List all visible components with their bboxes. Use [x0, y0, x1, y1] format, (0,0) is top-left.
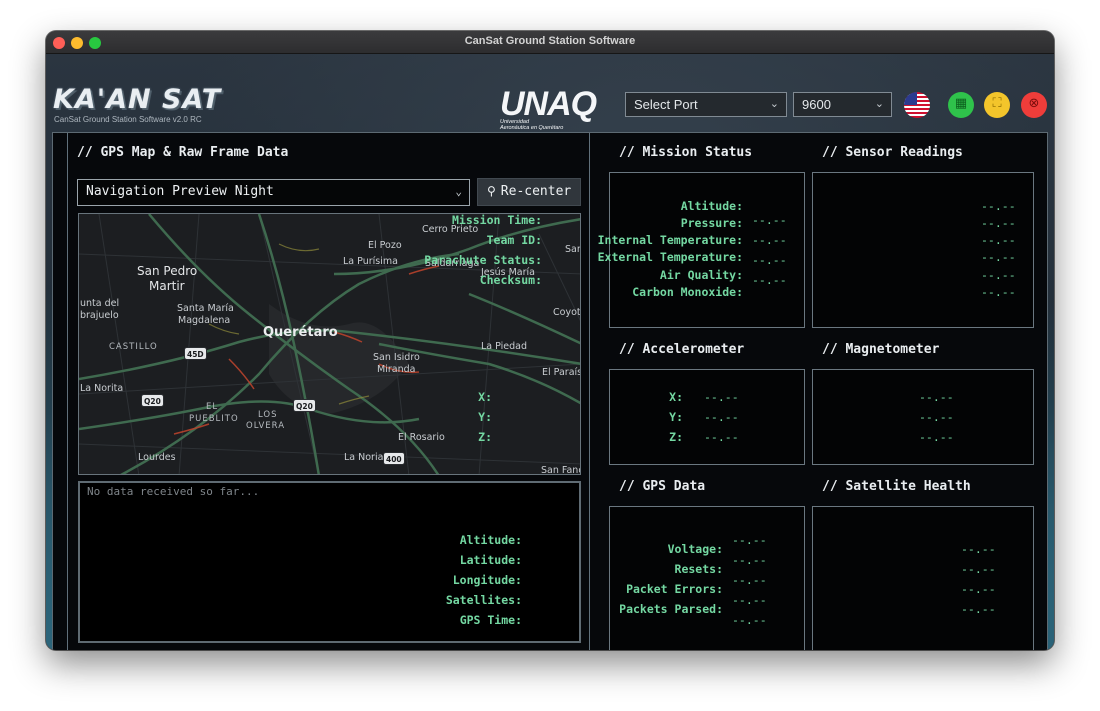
location-pin-icon: ⚲: [487, 184, 496, 198]
highway-shield: 400: [383, 452, 405, 465]
map-label: EL: [206, 402, 219, 412]
app-background: KA'AN SAT CanSat Ground Station Software…: [46, 54, 1054, 650]
packet-errors-value: --.--: [961, 582, 996, 596]
pressure-value: --.--: [981, 216, 1016, 230]
carbon-monoxide-value: --.--: [981, 285, 1016, 299]
map-style-select[interactable]: Navigation Preview Night ⌄: [77, 179, 470, 206]
map-label: OLVERA: [246, 421, 286, 431]
accelerometer-title: // Accelerometer: [619, 342, 745, 357]
map-label: La Purísima: [343, 256, 398, 267]
map-label: unta del: [80, 298, 120, 309]
satellite-health-panel: Voltage: --.-- Resets: --.-- Packet Erro…: [619, 506, 1034, 650]
window-title: CanSat Ground Station Software: [464, 35, 636, 47]
longitude-value: --.--: [732, 573, 767, 587]
chevron-down-icon: ⌄: [874, 98, 884, 110]
fullscreen-button[interactable]: ⛶: [984, 92, 1010, 118]
map-style-value: Navigation Preview Night: [86, 184, 274, 199]
port-select[interactable]: Select Port ⌄: [625, 92, 787, 117]
accel-y-value: --.--: [704, 410, 739, 424]
map-label: San Isidro: [373, 352, 420, 363]
app-window: CanSat Ground Station Software KA'AN SAT…: [46, 31, 1054, 650]
highway-shield: 45D: [184, 347, 207, 360]
map-label: Santa María: [177, 303, 234, 314]
baud-rate-value: 9600: [802, 97, 831, 112]
port-select-value: Select Port: [634, 97, 698, 112]
map-label: El Pozo: [368, 240, 402, 251]
magnetometer-panel: X: --.-- Y: --.-- Z: --.--: [669, 369, 1034, 465]
map-label: CASTILLO: [109, 342, 158, 352]
map-label: El Paraís: [542, 367, 581, 378]
main-content: // GPS Map & Raw Frame Data Navigation P…: [52, 132, 1048, 650]
kaan-sat-logo: KA'AN SAT: [53, 84, 222, 115]
recenter-button[interactable]: ⚲ Re-center: [477, 178, 581, 206]
packets-parsed-value: --.--: [961, 602, 996, 616]
map-label: Magdalena: [178, 315, 231, 326]
gps-panel-title: // GPS Map & Raw Frame Data: [77, 145, 289, 160]
mag-x-value: --.--: [919, 390, 954, 404]
map-label: San Pedro: [137, 264, 198, 278]
external-temperature-value: --.--: [981, 250, 1016, 264]
recenter-label: Re-center: [500, 184, 572, 199]
latitude-value: --.--: [732, 553, 767, 567]
satellites-value: --.--: [732, 593, 767, 607]
map-label: Lourdes: [138, 452, 176, 463]
highway-shield: Q20: [141, 394, 164, 407]
gps-data-panel: Altitude: --.-- Latitude: --.-- Longitud…: [446, 506, 805, 650]
map-label: Coyoti: [553, 307, 581, 318]
map-label: San: [565, 244, 580, 255]
map-label: LOS: [258, 410, 278, 420]
map-label: San Fand: [541, 465, 581, 475]
title-bar: CanSat Ground Station Software: [46, 31, 1054, 54]
accelerometer-panel: X: --.-- Y: --.-- Z: --.--: [478, 369, 805, 465]
app-subtitle: CanSat Ground Station Software v2.0 RC: [54, 115, 202, 124]
internal-temperature-value: --.--: [981, 233, 1016, 247]
baud-rate-select[interactable]: 9600 ⌄: [793, 92, 892, 117]
close-icon: ⊗: [1028, 96, 1040, 111]
chevron-down-icon: ⌄: [455, 185, 462, 198]
map-label: Miranda: [377, 364, 416, 375]
gps-time-value: --.--: [732, 613, 767, 627]
chevron-down-icon: ⌄: [769, 98, 779, 110]
mag-y-value: --.--: [919, 410, 954, 424]
sensor-readings-title: // Sensor Readings: [822, 145, 963, 160]
map-label: PUEBLITO: [189, 414, 239, 424]
map-label: brajuelo: [80, 310, 119, 321]
close-app-button[interactable]: ⊗: [1021, 92, 1047, 118]
accel-z-value: --.--: [704, 430, 739, 444]
magnetometer-title: // Magnetometer: [822, 342, 940, 357]
altitude-value: --.--: [981, 199, 1016, 213]
air-quality-value: --.--: [981, 268, 1016, 282]
export-csv-button[interactable]: ▦: [948, 92, 974, 118]
mission-status-title: // Mission Status: [619, 145, 753, 160]
accel-x-value: --.--: [704, 390, 739, 404]
map-label: La Noria: [344, 452, 384, 463]
map-label: La Piedad: [481, 341, 528, 352]
unaq-logo: UNAQ Universidad Aeronáutica en Querétar…: [500, 85, 604, 131]
expand-icon: ⛶: [992, 96, 1002, 111]
map-label: Martir: [149, 279, 185, 293]
mag-z-value: --.--: [919, 430, 954, 444]
resets-value: --.--: [961, 562, 996, 576]
unaq-logo-caption: Universidad Aeronáutica en Querétaro: [500, 119, 564, 131]
gps-data-title: // GPS Data: [619, 479, 706, 494]
raw-frame-placeholder: No data received so far...: [87, 485, 260, 498]
us-flag-icon: [904, 92, 917, 105]
team-id-value: --.--: [752, 233, 787, 247]
parachute-status-value: --.--: [752, 253, 787, 267]
satellite-health-title: // Satellite Health: [822, 479, 971, 494]
gps-altitude-value: --.--: [732, 533, 767, 547]
map-label: El Rosario: [398, 432, 445, 443]
map-label: La Norita: [80, 383, 124, 394]
voltage-value: --.--: [961, 542, 996, 556]
highway-shield: Q20: [293, 399, 316, 412]
mission-time-value: --.--: [752, 213, 787, 227]
sensor-readings-panel: Altitude: --.-- Pressure: --.-- Internal…: [598, 172, 1034, 328]
map-label: Querétaro: [263, 325, 338, 340]
checksum-value: --.--: [752, 273, 787, 287]
spreadsheet-icon: ▦: [954, 96, 968, 111]
language-flag-button[interactable]: [904, 92, 930, 118]
